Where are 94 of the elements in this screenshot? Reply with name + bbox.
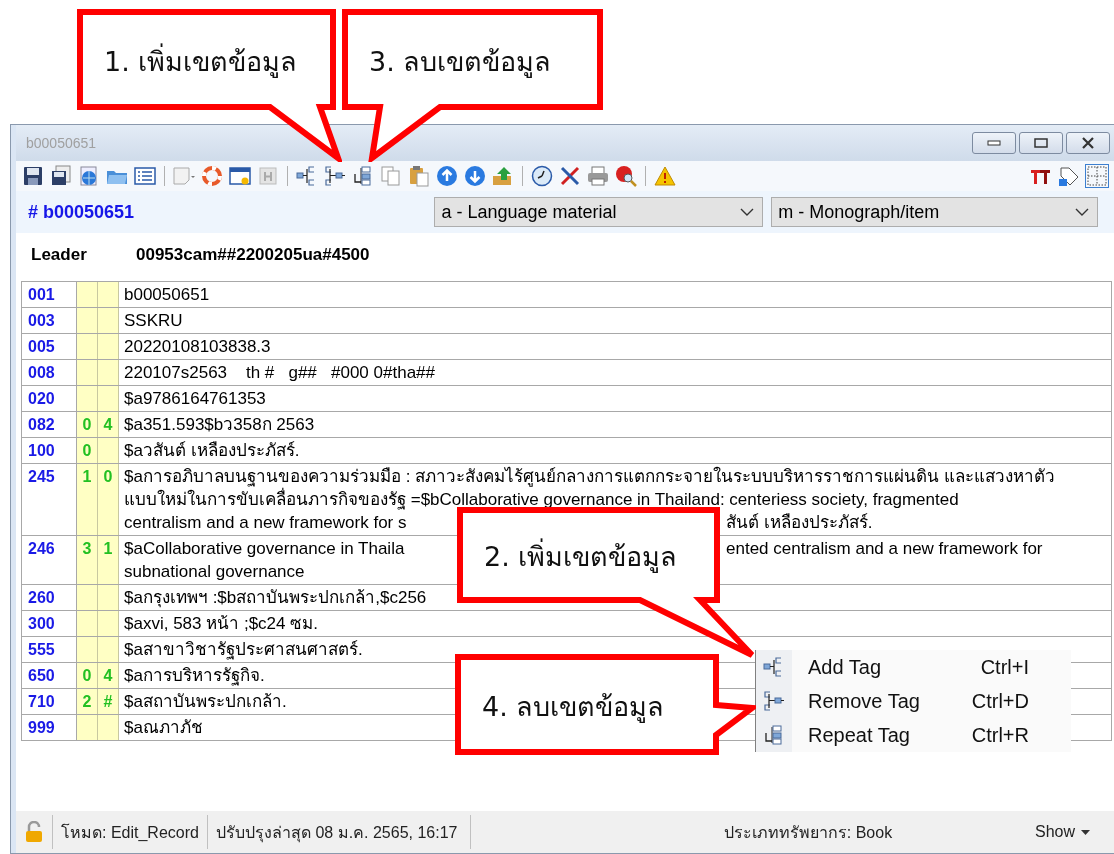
indicator-cell [77, 637, 98, 662]
indicator-cell: # [98, 689, 119, 714]
indicator-cell [77, 334, 98, 359]
document-floppy-icon[interactable] [50, 165, 72, 187]
value-text: สันต์ เหลืองประภัสร์. [726, 512, 873, 534]
globe-document-icon[interactable] [78, 165, 100, 187]
mode-text: โหมด: Edit_Record [53, 815, 208, 849]
callout-text: 1. เพิ่มเขตข้อมูล [104, 42, 298, 80]
indicator-cell [98, 585, 119, 610]
indicator-cell [77, 282, 98, 307]
indicator-cell: 0 [98, 464, 119, 535]
indicator-cell [77, 585, 98, 610]
indicator-cell: 1 [98, 536, 119, 584]
value-text: $aกรุงเทพฯ :$bสถาบันพระปกเกล้า,$c256 [124, 587, 427, 609]
grid-icon[interactable] [1086, 165, 1108, 187]
warning-icon[interactable] [654, 165, 676, 187]
indicator-cell [98, 386, 119, 411]
show-menu[interactable]: Show [1034, 823, 1100, 841]
indicator-cell: 0 [77, 412, 98, 437]
leader-label: Leader [31, 245, 88, 265]
indicator-cell: 3 [77, 536, 98, 584]
repeat-tag-icon[interactable] [352, 165, 374, 187]
printer-icon[interactable] [587, 165, 609, 187]
minimize-button[interactable] [972, 132, 1016, 154]
indicator-cell: 1 [77, 464, 98, 535]
indicator-cell [98, 611, 119, 636]
value-text: subnational governance [124, 561, 305, 583]
indicator-cell: 4 [98, 412, 119, 437]
value-text: $aสถาบันพระปกเกล้า. [124, 691, 287, 713]
list-icon[interactable] [134, 165, 156, 187]
menu-item[interactable]: Add Tag Ctrl+I [756, 650, 1071, 684]
minimize-icon [987, 140, 1001, 146]
value-text: $a9786164761353 [124, 388, 266, 410]
indicator-cell [98, 438, 119, 463]
indicator-cell [98, 308, 119, 333]
chevron-down-icon [740, 208, 755, 216]
close-button[interactable] [1066, 132, 1110, 154]
indicator-cell [98, 282, 119, 307]
indicator-cell [77, 360, 98, 385]
window-title: b00050651 [26, 135, 97, 151]
value-text: $aณภาภัช [124, 717, 203, 739]
indicator-cell [77, 308, 98, 333]
leader-value: 00953cam##2200205ua#4500 [136, 245, 370, 265]
chevron-down-icon [1075, 208, 1089, 216]
last-updated-text: ปรับปรุงล่าสุด 08 ม.ค. 2565, 16:17 [207, 815, 471, 849]
value-text: SSKRU [124, 310, 183, 332]
menu-item[interactable]: Repeat Tag Ctrl+R [756, 718, 1071, 752]
maximize-button[interactable] [1019, 132, 1063, 154]
remove-tag-icon [763, 690, 785, 712]
value-text: $aสาขาวิชารัฐประศาสนศาสตร์. [124, 639, 363, 661]
search-help-icon[interactable] [615, 165, 637, 187]
callout-text: 3. ลบเขตข้อมูล [369, 44, 552, 80]
value-text: $aCollaborative governance in Thaila [124, 538, 405, 560]
indicator-cell: 4 [98, 663, 119, 688]
indicator-cell [77, 386, 98, 411]
value-text: $aการอภิบาลบนฐานของความร่วมมือ : สภาวะสังคมไร้ศูนย์กลางการแตกกระจายในระบบบริหารราชการแผ่นดิน และแสวงหาตัว [124, 465, 1055, 488]
resource-type-text: ประเภททรัพยากร: Book [722, 822, 894, 843]
indicator-cell [98, 334, 119, 359]
clock-icon[interactable] [531, 165, 553, 187]
record-id: # b00050651 [28, 201, 136, 223]
indicator-cell [98, 715, 119, 740]
indicator-cell: 0 [77, 663, 98, 688]
value-text: ented centralism and a new framework for [726, 538, 1043, 560]
indicator-cell [77, 611, 98, 636]
menu-item[interactable]: Remove Tag Ctrl+D [756, 684, 1071, 718]
value-text: centralism and a new framework for s [124, 512, 407, 534]
tag-icon[interactable] [1058, 165, 1080, 187]
type-dropdown[interactable]: a - Language material [434, 197, 764, 227]
lifebuoy-icon[interactable] [201, 165, 223, 187]
type-dropdown[interactable]: m - Monograph/item [771, 197, 1098, 227]
value-text: แบบใหม่ในการขับเคลื่อนภารกิจของรัฐ =$bCollaborative governance in Thailand: centeriess society, fragmented [124, 488, 959, 511]
callout-text: 4. ลบเขตข้อมูล [482, 689, 665, 725]
indicator-cell [77, 715, 98, 740]
value-text: 20220108103838.3 [124, 336, 271, 358]
paste-icon[interactable] [408, 165, 430, 187]
callout-text: 2. เพิ่มเขตข้อมูล [484, 535, 678, 578]
indicator-cell [98, 360, 119, 385]
remove-tag-icon[interactable] [324, 165, 346, 187]
indicator-cell [98, 637, 119, 662]
value-text: b00050651 [124, 284, 210, 306]
indicator-cell: 2 [77, 689, 98, 714]
value-text: $a351.593$bว358ก 2563 [124, 414, 315, 436]
value-text: $axvi, 583 หน้า ;$c24 ซม. [124, 613, 318, 635]
value-text: $aการบริหารรัฐกิจ. [124, 665, 265, 687]
value-text: $aวสันต์ เหลืองประภัสร์. [124, 440, 300, 462]
lock-icon [24, 821, 44, 843]
repeat-tag-icon [763, 724, 785, 746]
upload-icon[interactable] [492, 165, 514, 187]
close-icon [1081, 137, 1095, 149]
maximize-icon [1034, 138, 1048, 148]
caret-icon [1081, 829, 1090, 835]
value-text: 220107s2563 th # g## #000 0#tha## [124, 362, 435, 384]
tools-icon[interactable] [559, 165, 581, 187]
indicator-cell: 0 [77, 438, 98, 463]
